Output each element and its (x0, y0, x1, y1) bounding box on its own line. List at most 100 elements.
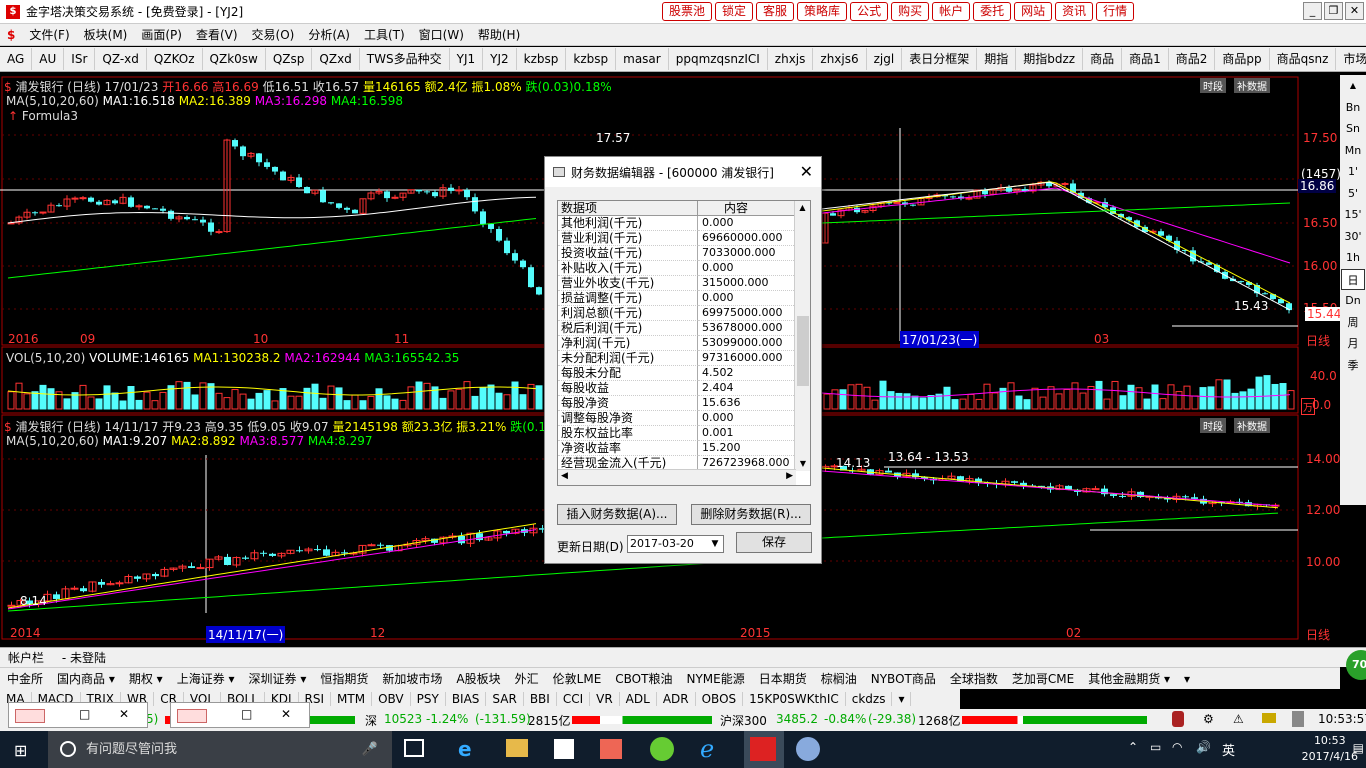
row-value[interactable]: 4.502 (698, 366, 794, 381)
layout-tab[interactable]: kzbsp (517, 48, 567, 70)
trash-icon[interactable] (1292, 711, 1304, 727)
edge-icon[interactable]: e (458, 737, 472, 761)
market-tab[interactable]: 全球指数 (943, 670, 1005, 687)
chart1-session-button[interactable]: 时段 (1200, 78, 1226, 93)
market-tab[interactable]: 外汇 (508, 670, 546, 687)
period-button[interactable]: 30' (1341, 226, 1365, 248)
layout-tab[interactable]: AU (32, 48, 65, 70)
layout-tab[interactable]: YJ1 (450, 48, 484, 70)
row-value[interactable]: 2.404 (698, 381, 794, 396)
market-tab[interactable]: 芝加哥CME (1005, 670, 1081, 687)
layout-tab[interactable]: TWS多品种交 (360, 48, 450, 70)
table-row[interactable]: 其他利润(千元) 0.000 (558, 216, 810, 231)
restore-icon[interactable]: □ (241, 707, 252, 721)
row-value[interactable]: 69660000.000 (698, 231, 794, 246)
indicator-tab[interactable]: ADR (657, 692, 696, 706)
close-icon[interactable]: ✕ (119, 707, 129, 721)
quick-btn-buy[interactable]: 购买 (891, 2, 930, 21)
file-explorer-icon[interactable] (506, 739, 528, 757)
table-row[interactable]: 营业利润(千元) 69660000.000 (558, 231, 810, 246)
chevron-down-icon[interactable]: ▼ (707, 536, 723, 552)
menu-help[interactable]: 帮助(H) (471, 26, 527, 43)
market-tab[interactable]: 其他金融期货 ▾ (1081, 670, 1177, 687)
table-row[interactable]: 税后利润(千元) 53678000.000 (558, 321, 810, 336)
wifi-icon[interactable]: ◠ (1172, 740, 1182, 754)
market-tab[interactable]: 中金所 (0, 670, 50, 687)
market-tab[interactable]: 棕榈油 (814, 670, 864, 687)
menu-tools[interactable]: 工具(T) (357, 26, 412, 43)
taskbar-clock[interactable]: 10:53 2017/4/16 (1302, 733, 1358, 765)
period-button[interactable]: Sn (1341, 118, 1365, 140)
menu-window[interactable]: 窗口(W) (412, 26, 471, 43)
indicator-tab[interactable]: ADL (620, 692, 657, 706)
chevron-down-icon[interactable]: ▾ (892, 692, 912, 706)
layout-tab[interactable]: ppqmzqsnzICI (669, 48, 768, 70)
table-row[interactable]: 投资收益(千元) 7033000.000 (558, 246, 810, 261)
chart1-fill-data-button[interactable]: 补数据 (1234, 78, 1270, 93)
layout-tab[interactable]: QZ-xd (95, 48, 147, 70)
financial-data-table[interactable]: 数据项 内容 其他利润(千元) 0.000 营业利润(千元) 69660000.000… (557, 200, 811, 486)
quick-btn-lock[interactable]: 锁定 (715, 2, 754, 21)
table-row[interactable]: 股东权益比率 0.001 (558, 426, 810, 441)
dialog-title-bar[interactable]: 财务数据编辑器 - [600000 浦发银行] (545, 157, 821, 187)
database-icon[interactable] (1172, 711, 1184, 727)
quick-btn-strategy[interactable]: 策略库 (797, 2, 848, 21)
layout-tab[interactable]: 商品pp (1215, 48, 1270, 70)
menu-analysis[interactable]: 分析(A) (301, 26, 357, 43)
indicator-tab[interactable]: PSY (411, 692, 446, 706)
period-button[interactable]: 日 (1341, 268, 1365, 290)
layout-tab[interactable]: 期指bdzz (1016, 48, 1084, 70)
ie-icon[interactable]: ℯ (700, 735, 714, 763)
close-icon[interactable]: ✕ (281, 707, 291, 721)
layout-tab[interactable]: zjgl (867, 48, 903, 70)
quick-btn-formula[interactable]: 公式 (850, 2, 889, 21)
chart2-fill-data-button[interactable]: 补数据 (1234, 418, 1270, 433)
market-tab[interactable]: 国内商品 ▾ (50, 670, 122, 687)
table-row[interactable]: 每股未分配 4.502 (558, 366, 810, 381)
period-button[interactable]: 周 (1341, 312, 1365, 334)
chart2-session-button[interactable]: 时段 (1200, 418, 1226, 433)
minimized-window-1[interactable]: □ ✕ (8, 702, 148, 728)
store-icon[interactable] (554, 739, 574, 759)
period-button[interactable]: 月 (1341, 333, 1365, 355)
menu-app-icon[interactable]: $ (0, 28, 22, 42)
indicator-tab[interactable]: OBOS (696, 692, 744, 706)
alert-icon[interactable]: ⚠ (1233, 712, 1244, 726)
market-tab[interactable]: 恒指期货 (313, 670, 375, 687)
app-plus-icon[interactable] (650, 737, 674, 761)
row-value[interactable]: 69975000.000 (698, 306, 794, 321)
indicator-tab[interactable]: BIAS (446, 692, 487, 706)
update-date-picker[interactable]: 2017-03-20 ▼ (627, 535, 724, 553)
quick-btn-stock-pool[interactable]: 股票池 (662, 2, 713, 21)
market-tab[interactable]: 期权 ▾ (122, 670, 170, 687)
period-button[interactable]: 15' (1341, 204, 1365, 226)
table-row[interactable]: 利润总额(千元) 69975000.000 (558, 306, 810, 321)
scroll-left-icon[interactable]: ◀ (561, 471, 568, 481)
layout-tab[interactable]: AG (0, 48, 33, 70)
tool-icon[interactable]: ⚙ (1203, 712, 1214, 726)
chevron-up-icon[interactable]: ⌃ (1128, 740, 1138, 754)
table-row[interactable]: 损益调整(千元) 0.000 (558, 291, 810, 306)
table-row[interactable]: 净资收益率 15.200 (558, 441, 810, 456)
table-row[interactable]: 营业外收支(千元) 315000.000 (558, 276, 810, 291)
period-button[interactable]: Dn (1341, 290, 1365, 312)
market-tab[interactable]: 日本期货 (752, 670, 814, 687)
indicator-tab[interactable]: ckdzs (846, 692, 893, 706)
task-view-icon[interactable] (404, 739, 424, 757)
period-button[interactable]: 季 (1341, 355, 1365, 377)
quick-btn-service[interactable]: 客服 (756, 2, 795, 21)
media-player-icon[interactable] (600, 739, 622, 759)
indicator-tab[interactable]: 15KP0SWKthIC (743, 692, 846, 706)
row-value[interactable]: 0.000 (698, 291, 794, 306)
table-row[interactable]: 每股收益 2.404 (558, 381, 810, 396)
ime-indicator[interactable]: 英 (1222, 740, 1235, 759)
table-row[interactable]: 净利润(千元) 53099000.000 (558, 336, 810, 351)
minimized-window-2[interactable]: □ ✕ (170, 702, 310, 728)
volume-icon[interactable]: 🔊 (1196, 740, 1211, 754)
floating-badge[interactable]: 70 (1346, 650, 1366, 680)
row-value[interactable]: 97316000.000 (698, 351, 794, 366)
market-tab[interactable]: NYBOT商品 (864, 670, 943, 687)
col-header-item[interactable]: 数据项 (558, 201, 698, 215)
row-value[interactable]: 0.001 (698, 426, 794, 441)
row-value[interactable]: 15.200 (698, 441, 794, 456)
